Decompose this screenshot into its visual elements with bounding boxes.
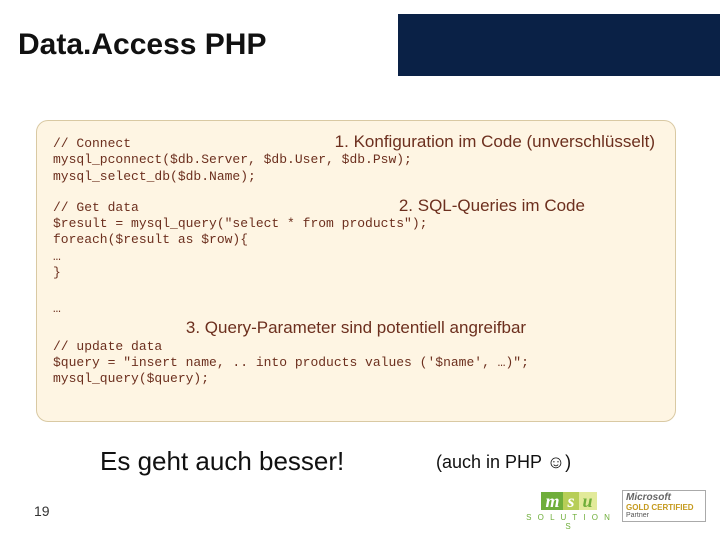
title-area: Data.Access PHP	[0, 14, 398, 76]
microsoft-partner-logo: Microsoft GOLD CERTIFIED Partner	[622, 490, 706, 522]
ms-cert-line2: Partner	[626, 512, 702, 519]
annotation-2: 2. SQL-Queries im Code	[139, 195, 659, 216]
code-line: mysql_query($query);	[53, 371, 659, 387]
msu-logo: msu S O L U T I O N S	[526, 492, 612, 531]
code-line: $result = mysql_query("select * from pro…	[53, 216, 659, 232]
code-line: foreach($result as $row){	[53, 232, 659, 248]
title-accent-block	[398, 14, 720, 76]
code-panel: // Connect 1. Konfiguration im Code (unv…	[36, 120, 676, 422]
annotation-3: 3. Query-Parameter sind potentiell angre…	[53, 317, 659, 338]
code-line: mysql_select_db($db.Name);	[53, 169, 659, 185]
code-line: }	[53, 265, 659, 281]
code-comment-connect: // Connect	[53, 136, 131, 152]
code-line: mysql_pconnect($db.Server, $db.User, $db…	[53, 152, 659, 168]
code-line: …	[53, 249, 659, 265]
ms-brand: Microsoft	[626, 493, 702, 504]
slide-title: Data.Access PHP	[18, 28, 266, 62]
ms-cert-line1: GOLD CERTIFIED	[626, 504, 702, 512]
code-line: $query = "insert name, .. into products …	[53, 355, 659, 371]
code-line: …	[53, 301, 659, 317]
closing-statement: Es geht auch besser!	[100, 446, 344, 477]
annotation-1: 1. Konfiguration im Code (unverschlüssel…	[131, 131, 659, 152]
msu-sublabel: S O L U T I O N S	[526, 513, 612, 531]
code-comment-getdata: // Get data	[53, 200, 139, 216]
page-number: 19	[34, 503, 50, 519]
title-band: Data.Access PHP	[0, 14, 720, 76]
code-comment-update: // update data	[53, 339, 659, 355]
closing-aside: (auch in PHP ☺)	[436, 452, 571, 473]
